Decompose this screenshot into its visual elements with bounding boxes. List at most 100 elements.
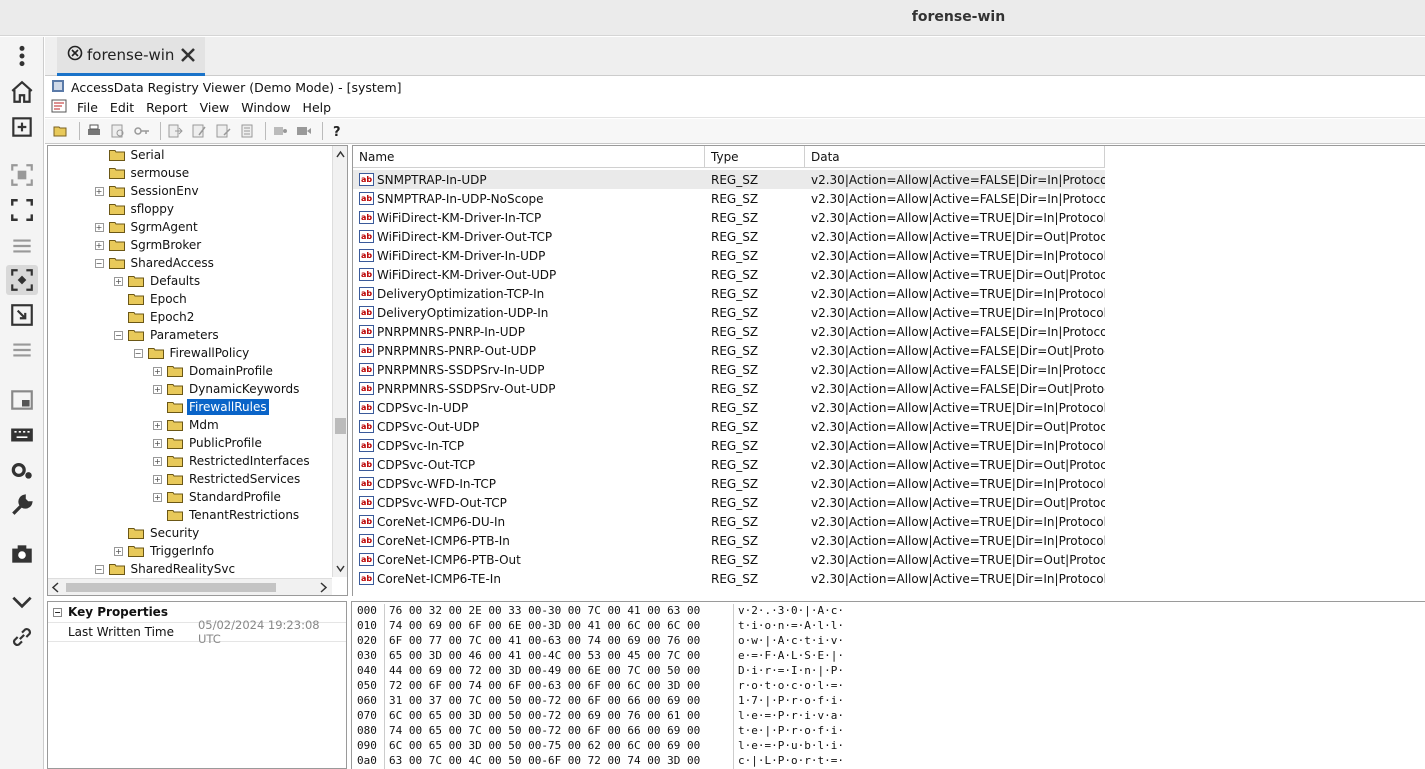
tree-node[interactable]: + DomainProfile — [153, 362, 275, 380]
tree-node[interactable]: + SgrmBroker — [94, 236, 204, 254]
menu-edit[interactable]: Edit — [104, 100, 140, 115]
menu-help[interactable]: Help — [297, 100, 338, 115]
export-icon[interactable] — [165, 121, 185, 141]
collapse-icon[interactable]: − — [114, 330, 123, 340]
home-icon[interactable] — [6, 77, 38, 107]
list-row[interactable]: ab CDPSvc-In-TCP REG_SZ v2.30|Action=Allow|… — [353, 436, 1105, 455]
find-icon[interactable] — [108, 121, 128, 141]
expand-icon[interactable]: + — [94, 222, 104, 232]
expand-icon[interactable]: + — [94, 186, 104, 196]
column-header-data[interactable]: Data — [805, 146, 1105, 168]
list-row[interactable]: ab WiFiDirect-KM-Driver-In-UDP REG_SZ v2.30… — [353, 246, 1105, 265]
tree-node[interactable]: + DynamicKeywords — [153, 380, 301, 398]
hex-viewer[interactable]: 000 76 00 32 00 2E 00 33 00-30 00 7C 00 4… — [351, 601, 1425, 769]
link-icon[interactable] — [6, 622, 38, 652]
list-row[interactable]: ab WiFiDirect-KM-Driver-In-TCP REG_SZ v2.30… — [353, 208, 1105, 227]
list-row[interactable]: ab WiFiDirect-KM-Driver-Out-UDP REG_SZ v2.3… — [353, 265, 1105, 284]
collapse-icon[interactable]: − — [133, 348, 143, 358]
tree-node[interactable]: Epoch — [114, 290, 189, 308]
list-row[interactable]: ab CoreNet-ICMP6-TE-In REG_SZ v2.30|Action=… — [353, 569, 1105, 588]
expand-icon[interactable]: + — [153, 420, 162, 430]
list-row[interactable]: ab DeliveryOptimization-UDP-In REG_SZ v2.30… — [353, 303, 1105, 322]
bookmark-icon[interactable] — [270, 121, 290, 141]
tree-node[interactable]: Serial — [95, 146, 167, 164]
menu-view[interactable]: View — [194, 100, 236, 115]
expand-icon[interactable]: + — [114, 546, 123, 556]
list-row[interactable]: ab PNRPMNRS-SSDPSrv-Out-UDP REG_SZ v2.30|Ac… — [353, 379, 1105, 398]
expand-icon[interactable]: + — [94, 240, 104, 250]
more-vert-icon[interactable] — [6, 41, 38, 71]
wrench-icon[interactable] — [6, 490, 38, 520]
tree-vertical-scrollbar[interactable] — [332, 146, 347, 577]
new-window-icon[interactable] — [6, 112, 38, 142]
print-icon[interactable] — [84, 121, 104, 141]
list-row[interactable]: ab CDPSvc-In-UDP REG_SZ v2.30|Action=Allow|… — [353, 398, 1105, 417]
collapse-icon[interactable]: − — [94, 564, 104, 574]
tree-node[interactable]: sfloppy — [95, 200, 177, 218]
tree-node[interactable]: TenantRestrictions — [153, 506, 301, 524]
list-row[interactable]: ab CDPSvc-WFD-In-TCP REG_SZ v2.30|Action=Al… — [353, 474, 1105, 493]
tree-node[interactable]: sermouse — [95, 164, 192, 182]
video-icon[interactable] — [294, 121, 314, 141]
menu-file[interactable]: File — [71, 100, 104, 115]
list-row[interactable]: ab CDPSvc-WFD-Out-TCP REG_SZ v2.30|Action=A… — [353, 493, 1105, 512]
expand-icon[interactable]: + — [153, 456, 162, 466]
tree-node[interactable]: − SharedRealitySvc — [94, 560, 238, 578]
tree-node[interactable]: + RestrictedInterfaces — [153, 452, 312, 470]
expand-icon[interactable]: + — [153, 474, 162, 484]
menu-report[interactable]: Report — [140, 100, 193, 115]
expand-icon[interactable]: + — [153, 438, 162, 448]
list-row[interactable]: ab CDPSvc-Out-TCP REG_SZ v2.30|Action=Allow… — [353, 455, 1105, 474]
help-icon[interactable]: ? — [327, 121, 347, 141]
list-row[interactable]: ab DeliveryOptimization-TCP-In REG_SZ v2.30… — [353, 284, 1105, 303]
column-header-type[interactable]: Type — [705, 146, 805, 168]
tree-node[interactable]: FirewallRules — [153, 398, 270, 416]
tree-node[interactable]: + SessionEnv — [94, 182, 201, 200]
tree-node[interactable]: + StandardProfile — [153, 488, 283, 506]
tree-node[interactable]: − SharedAccess — [94, 254, 216, 272]
tree-node[interactable]: + TriggerInfo — [114, 542, 216, 560]
tab-forense-win[interactable]: forense-win — [57, 37, 205, 76]
list-row[interactable]: ab PNRPMNRS-SSDPSrv-In-UDP REG_SZ v2.30|Act… — [353, 360, 1105, 379]
tree-node[interactable]: + Defaults — [114, 272, 202, 290]
expand-icon[interactable]: + — [153, 384, 162, 394]
property-row[interactable]: Last Written Time 05/02/2024 19:23:08 UT… — [48, 618, 346, 646]
keyboard-icon[interactable] — [6, 420, 38, 450]
key-icon[interactable] — [132, 121, 152, 141]
list-row[interactable]: ab CoreNet-ICMP6-DU-In REG_SZ v2.30|Action=… — [353, 512, 1105, 531]
list-row[interactable]: ab SNMPTRAP-In-UDP-NoScope REG_SZ v2.30|Act… — [353, 189, 1105, 208]
list-row[interactable]: ab PNRPMNRS-PNRP-In-UDP REG_SZ v2.30|Action… — [353, 322, 1105, 341]
window-icon[interactable] — [6, 385, 38, 415]
focus-icon[interactable] — [6, 160, 38, 190]
list-row[interactable]: ab CoreNet-ICMP6-PTB-In REG_SZ v2.30|Action… — [353, 531, 1105, 550]
list-row[interactable]: ab CDPSvc-Out-UDP REG_SZ v2.30|Action=Allow… — [353, 417, 1105, 436]
list-row[interactable]: ab CoreNet-ICMP6-PTB-Out REG_SZ v2.30|Actio… — [353, 550, 1105, 569]
tree-node[interactable]: Security — [114, 524, 201, 542]
properties-icon[interactable] — [237, 121, 257, 141]
collapse-icon[interactable]: − — [53, 607, 62, 617]
tree-node[interactable]: Epoch2 — [114, 308, 196, 326]
tree-node[interactable]: + SgrmAgent — [94, 218, 200, 236]
open-folder-icon[interactable] — [51, 121, 71, 141]
chevron-down-icon[interactable] — [6, 587, 38, 617]
expand-icon[interactable]: + — [114, 276, 123, 286]
collapse-icon[interactable]: − — [94, 258, 104, 268]
report-icon[interactable] — [189, 121, 209, 141]
tree-node[interactable]: + RestrictedServices — [153, 470, 302, 488]
tree-horizontal-scrollbar[interactable] — [48, 578, 332, 595]
settings-icon[interactable] — [6, 455, 38, 485]
list-row[interactable]: ab SNMPTRAP-In-UDP REG_SZ v2.30|Action=Allo… — [353, 170, 1105, 189]
expand-icon[interactable]: + — [153, 492, 162, 502]
list-row[interactable]: ab PNRPMNRS-PNRP-Out-UDP REG_SZ v2.30|Actio… — [353, 341, 1105, 360]
list-row[interactable]: ab WiFiDirect-KM-Driver-Out-TCP REG_SZ v2.3… — [353, 227, 1105, 246]
tree-node[interactable]: − FirewallPolicy — [133, 344, 252, 362]
tree-node[interactable]: − Parameters — [114, 326, 221, 344]
close-icon[interactable] — [179, 46, 197, 64]
expand-window-icon[interactable] — [6, 300, 38, 330]
fullscreen-icon[interactable] — [6, 195, 38, 225]
menu-window[interactable]: Window — [235, 100, 296, 115]
fit-window-icon[interactable] — [6, 265, 38, 295]
expand-icon[interactable]: + — [153, 366, 162, 376]
menu-lines-icon[interactable] — [6, 335, 38, 365]
menu-lines-icon[interactable] — [6, 231, 38, 261]
